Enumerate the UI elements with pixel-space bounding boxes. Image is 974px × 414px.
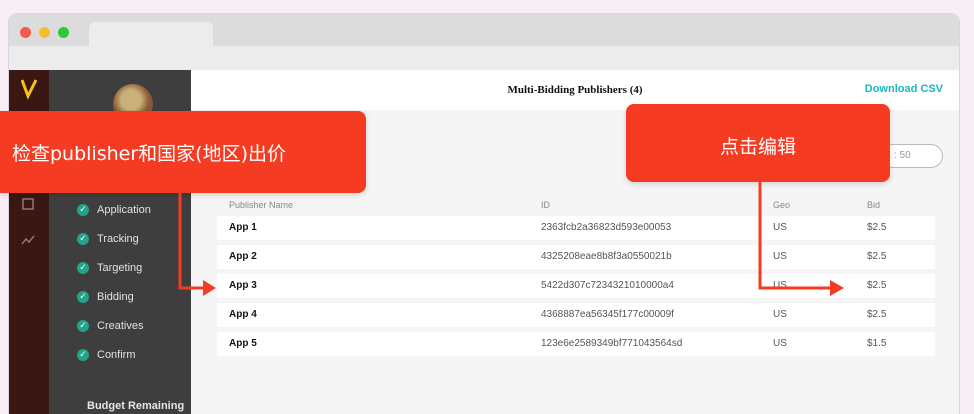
annotation-arrows — [178, 182, 844, 296]
arrow-to-app-3 — [178, 193, 216, 296]
arrow-to-bid — [758, 182, 844, 296]
